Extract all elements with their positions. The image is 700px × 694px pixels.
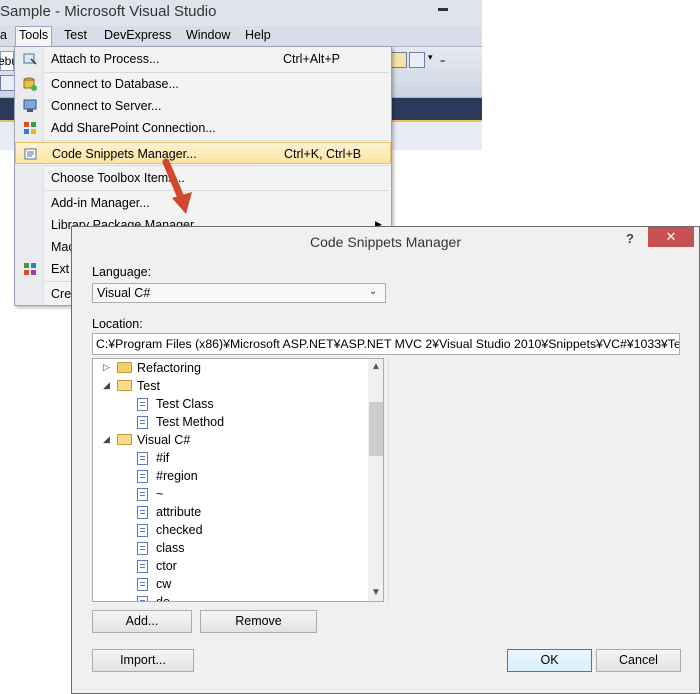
tree-node-snippet[interactable]: Test Method [93,414,367,432]
expand-arrow-icon[interactable]: ▷ [103,362,110,373]
location-field[interactable]: C:¥Program Files (x86)¥Microsoft ASP.NET… [92,333,680,355]
snippet-icon [137,578,148,591]
menu-tools[interactable]: Tools [15,26,53,47]
remove-button[interactable]: Remove [200,610,317,633]
toolbar-config-combo[interactable]: ebu [0,51,18,71]
help-icon[interactable]: ? [626,231,634,246]
snippet-icon [137,398,148,411]
database-icon [23,77,37,91]
tree-node-snippet[interactable]: do [93,594,367,601]
tree-node-snippet[interactable]: #region [93,468,367,486]
snippet-tree[interactable]: ▷ Refactoring ◢ Test Test Class Test Met… [92,358,384,602]
toolbar-overflow-icon[interactable]: ₌ [440,55,445,66]
menu-window[interactable]: Window [186,28,230,42]
language-label: Language: [92,265,152,279]
menu-help[interactable]: Help [245,28,271,42]
folder-icon [117,362,132,373]
tree-node-test[interactable]: ◢ Test [93,378,367,396]
ok-button[interactable]: OK [507,649,592,672]
import-button[interactable]: Import... [92,649,194,672]
tree-scrollbar[interactable]: ▲ ▼ [368,359,383,601]
attach-process-icon [23,53,37,65]
snippet-icon [137,542,148,555]
snippet-icon [137,524,148,537]
collapse-arrow-icon[interactable]: ◢ [103,434,110,445]
snippet-icon [137,560,148,573]
snippet-icon [137,452,148,465]
vs-window-title: Sample - Microsoft Visual Studio [0,3,217,20]
language-select[interactable]: Visual C# ⌄ [92,283,386,303]
chevron-down-icon: ⌄ [369,286,378,297]
close-button[interactable]: ✕ [648,227,694,247]
tree-node-snippet[interactable]: checked [93,522,367,540]
snippet-icon [137,416,148,429]
tree-node-snippet[interactable]: attribute [93,504,367,522]
scrollbar-thumb[interactable] [369,402,383,456]
vs-menubar: a Tools Test DevExpress Window Help [0,26,482,47]
tree-node-snippet[interactable]: cw [93,576,367,594]
menu-item-connect-server[interactable]: Connect to Server... [15,95,391,117]
menu-item-choose-toolbox-items[interactable]: Choose Toolbox Items... [15,167,391,189]
sharepoint-icon [24,122,36,134]
menu-devexpress[interactable]: DevExpress [104,28,171,42]
tree-node-snippet[interactable]: ctor [93,558,367,576]
toolbar-icon[interactable] [391,52,407,68]
snippet-description-panel [388,358,681,602]
scroll-down-icon[interactable]: ▼ [368,587,383,598]
dialog-title: Code Snippets Manager [310,234,461,250]
menu-item-code-snippets-manager[interactable]: Code Snippets Manager... Ctrl+K, Ctrl+B [15,142,391,164]
folder-open-icon [117,380,132,391]
menu-separator [45,190,389,191]
red-arrow-icon [162,158,192,214]
minimize-icon[interactable] [438,8,448,11]
add-button[interactable]: Add... [92,610,192,633]
menu-item-add-sharepoint[interactable]: Add SharePoint Connection... [15,117,391,139]
vs-title-bar: Sample - Microsoft Visual Studio [0,0,482,27]
scroll-up-icon[interactable]: ▲ [368,361,383,372]
menu-item-attach-to-process[interactable]: Attach to Process... Ctrl+Alt+P [15,48,391,70]
tree-node-snippet[interactable]: ~ [93,486,367,504]
cancel-button[interactable]: Cancel [596,649,681,672]
tree-node-snippet[interactable]: Test Class [93,396,367,414]
collapse-arrow-icon[interactable]: ◢ [103,380,110,391]
tree-node-snippet[interactable]: #if [93,450,367,468]
tree-node-snippet[interactable]: class [93,540,367,558]
snippet-icon [137,488,148,501]
menu-separator [45,140,389,141]
location-label: Location: [92,317,143,331]
menu-test[interactable]: Test [64,28,87,42]
tree-node-visual-csharp[interactable]: ◢ Visual C# [93,432,367,450]
menu-partial[interactable]: a [0,28,7,42]
folder-open-icon [117,434,132,445]
snippets-icon [24,148,37,160]
snippet-icon [137,470,148,483]
menu-separator [45,165,389,166]
tree-node-refactoring[interactable]: ▷ Refactoring [93,360,367,378]
dialog-title-bar: Code Snippets Manager ? ✕ [72,227,699,257]
snippet-icon [137,596,148,601]
menu-item-add-in-manager[interactable]: Add-in Manager... [15,192,391,214]
snippet-icon [137,506,148,519]
menu-item-connect-database[interactable]: Connect to Database... [15,73,391,95]
server-icon [23,99,37,112]
extension-icon [24,263,36,275]
toolbar-window-icon[interactable] [409,52,425,68]
toolbar-dropdown-icon[interactable]: ▾ [428,52,433,63]
code-snippets-manager-dialog: Code Snippets Manager ? ✕ Language: Visu… [71,226,700,694]
